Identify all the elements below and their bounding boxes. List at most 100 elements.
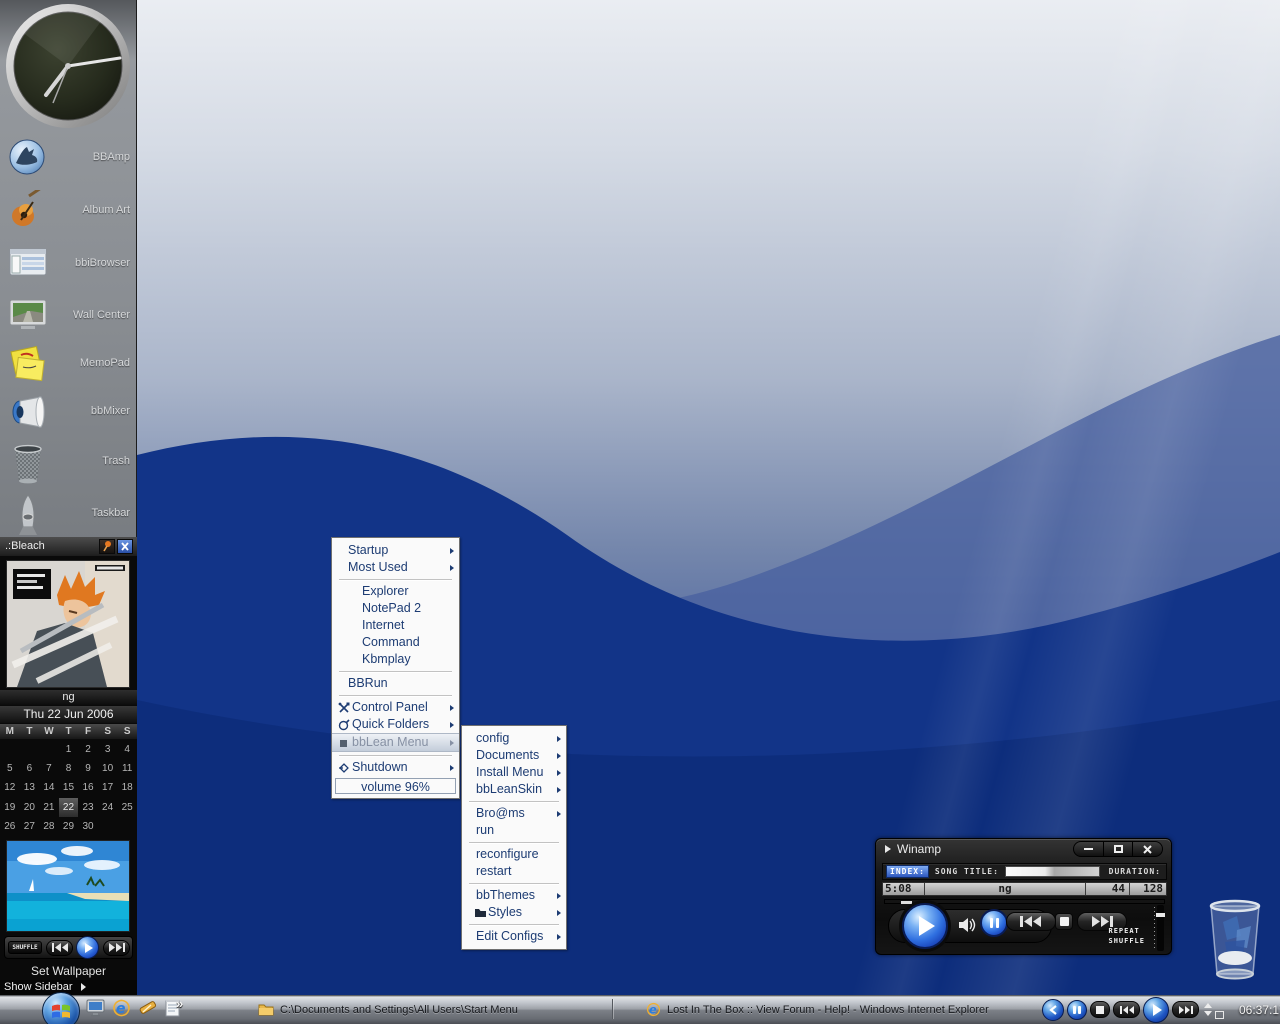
sidebar-item-taskbar[interactable]: Taskbar: [0, 489, 137, 537]
submenu-arrow-icon: [557, 934, 561, 940]
calendar-day: 9: [78, 759, 98, 778]
menu-item-explorer[interactable]: Explorer: [332, 583, 459, 600]
menu-item-kbmplay[interactable]: Kbmplay: [332, 651, 459, 668]
shuffle-toggle[interactable]: SHUFFLE: [1108, 936, 1145, 946]
tray-next-button[interactable]: [1172, 1001, 1199, 1018]
collapse-tray-button[interactable]: [1042, 999, 1064, 1021]
menu-separator: [339, 579, 452, 580]
menu-separator: [339, 695, 452, 696]
pause-button[interactable]: [980, 909, 1008, 937]
internet-explorer-icon[interactable]: e: [112, 999, 131, 1017]
sidebar-item-bbibrowser[interactable]: bbiBrowser: [0, 239, 137, 287]
play-wallpaper-button[interactable]: [76, 936, 99, 959]
menu-item-quick-folders[interactable]: Quick Folders: [332, 716, 459, 733]
menu-item-control-panel[interactable]: Control Panel: [332, 699, 459, 716]
menu-item-notepad2[interactable]: NotePad 2: [332, 600, 459, 617]
calendar-grid[interactable]: 1 2 3 4 5 6 7 8 9 10 11 12 13 14 15 16 1…: [0, 740, 137, 836]
taskbar-clock[interactable]: 06:37:17: [1239, 1003, 1280, 1017]
submenu-item-edit-configs[interactable]: Edit Configs: [462, 928, 566, 945]
calendar-day: 6: [20, 759, 40, 778]
submenu-item-broams[interactable]: Bro@ms: [462, 805, 566, 822]
winamp-lcd-display: 5:08 ng 44 128: [882, 882, 1167, 896]
tray-scroll-arrows[interactable]: [1204, 1003, 1212, 1016]
close-button[interactable]: [1133, 842, 1162, 856]
arrow-down-icon: [1204, 1011, 1212, 1016]
quick-folders-icon: [338, 719, 352, 731]
volume-slider[interactable]: [1157, 905, 1164, 951]
chevron-left-icon: [1049, 1005, 1057, 1015]
submenu-item-documents[interactable]: Documents: [462, 747, 566, 764]
stop-button[interactable]: [1055, 913, 1073, 930]
show-desktop-icon[interactable]: [86, 999, 105, 1017]
progress-knob[interactable]: [901, 901, 912, 904]
wallpaper-preview-image[interactable]: [6, 840, 130, 932]
menu-separator: [469, 883, 559, 884]
browser-window-icon: [7, 243, 49, 288]
sidebar-item-trash[interactable]: Trash: [0, 437, 137, 485]
shuffle-button[interactable]: SHUFFLE: [8, 941, 42, 954]
calendar-day: [39, 740, 59, 759]
menu-item-bblean-menu[interactable]: bbLean Menu: [332, 733, 459, 752]
restore-window-icon[interactable]: [1215, 1011, 1224, 1019]
sidebar-item-bbamp[interactable]: BBAmp: [0, 133, 137, 181]
bleach-titlebar[interactable]: .:Bleach: [0, 537, 137, 556]
close-button[interactable]: [117, 539, 133, 554]
volume-slider-knob[interactable]: [1156, 913, 1165, 917]
gold-tool-icon[interactable]: [138, 999, 157, 1017]
calendar-day: 14: [39, 778, 59, 797]
pause-icon: [996, 918, 999, 928]
sidebar-item-memopad[interactable]: MemoPad: [0, 339, 137, 387]
quick-launch-overflow-chevron[interactable]: »: [176, 996, 183, 1011]
seek-slider[interactable]: [1005, 866, 1100, 877]
menu-item-startup[interactable]: Startup: [332, 542, 459, 559]
sidebar-item-label: bbiBrowser: [75, 239, 130, 287]
recycle-bin-icon[interactable]: [1203, 896, 1267, 985]
set-wallpaper-button[interactable]: Set Wallpaper: [0, 963, 137, 980]
tray-stop-button[interactable]: [1090, 1001, 1110, 1018]
bblean-submenu: config Documents Install Menu bbLeanSkin…: [461, 725, 567, 950]
play-button[interactable]: [902, 903, 948, 949]
menu-item-internet[interactable]: Internet: [332, 617, 459, 634]
menu-item-most-used[interactable]: Most Used: [332, 559, 459, 576]
submenu-arrow-icon: [557, 811, 561, 817]
submenu-item-bbthemes[interactable]: bbThemes: [462, 887, 566, 904]
menu-item-bbrun[interactable]: BBRun: [332, 675, 459, 692]
sidebar-item-album-art[interactable]: Album Art: [0, 186, 137, 234]
tray-pause-button[interactable]: [1067, 1000, 1087, 1020]
minimize-button[interactable]: [1074, 842, 1104, 856]
submenu-item-reconfigure[interactable]: reconfigure: [462, 846, 566, 863]
sidebar-item-wall-center[interactable]: Wall Center: [0, 291, 137, 339]
album-art-image[interactable]: [6, 560, 130, 688]
submenu-item-config[interactable]: config: [462, 730, 566, 747]
calendar-day: 3: [98, 740, 118, 759]
submenu-item-restart[interactable]: restart: [462, 863, 566, 880]
volume-speaker-icon[interactable]: [958, 917, 976, 933]
analog-clock[interactable]: [2, 2, 135, 138]
submenu-item-styles[interactable]: Styles: [462, 904, 566, 921]
menu-item-command[interactable]: Command: [332, 634, 459, 651]
menu-item-shutdown[interactable]: Shutdown: [332, 759, 459, 776]
submenu-item-run[interactable]: run: [462, 822, 566, 839]
tray-play-button[interactable]: [1143, 997, 1169, 1023]
index-button[interactable]: INDEX:: [886, 865, 929, 878]
taskbar-task-internet-explorer[interactable]: e Lost In The Box :: View Forum - Help! …: [646, 997, 989, 1022]
tray-previous-button[interactable]: [1113, 1001, 1140, 1018]
submenu-arrow-icon: [557, 893, 561, 899]
menu-separator: [469, 801, 559, 802]
sidebar-item-bbmixer[interactable]: bbMixer: [0, 387, 137, 435]
submenu-item-bbleanskin[interactable]: bbLeanSkin: [462, 781, 566, 798]
svg-text:e: e: [116, 1001, 126, 1017]
skip-back-icon: [52, 943, 68, 952]
repeat-toggle[interactable]: REPEAT: [1108, 926, 1145, 936]
calendar-weekday-header: M T W T F S S: [0, 724, 137, 739]
submenu-item-install-menu[interactable]: Install Menu: [462, 764, 566, 781]
pin-button[interactable]: [99, 539, 115, 554]
volume-indicator[interactable]: volume 96%: [335, 778, 456, 794]
next-wallpaper-button[interactable]: [103, 940, 130, 956]
previous-wallpaper-button[interactable]: [46, 940, 73, 956]
taskbar-task-start-menu[interactable]: C:\Documents and Settings\All Users\Star…: [258, 997, 518, 1022]
maximize-button[interactable]: [1104, 842, 1134, 856]
start-button[interactable]: [42, 992, 80, 1024]
menu-label: Internet: [362, 617, 404, 634]
previous-track-button[interactable]: [1006, 912, 1056, 931]
